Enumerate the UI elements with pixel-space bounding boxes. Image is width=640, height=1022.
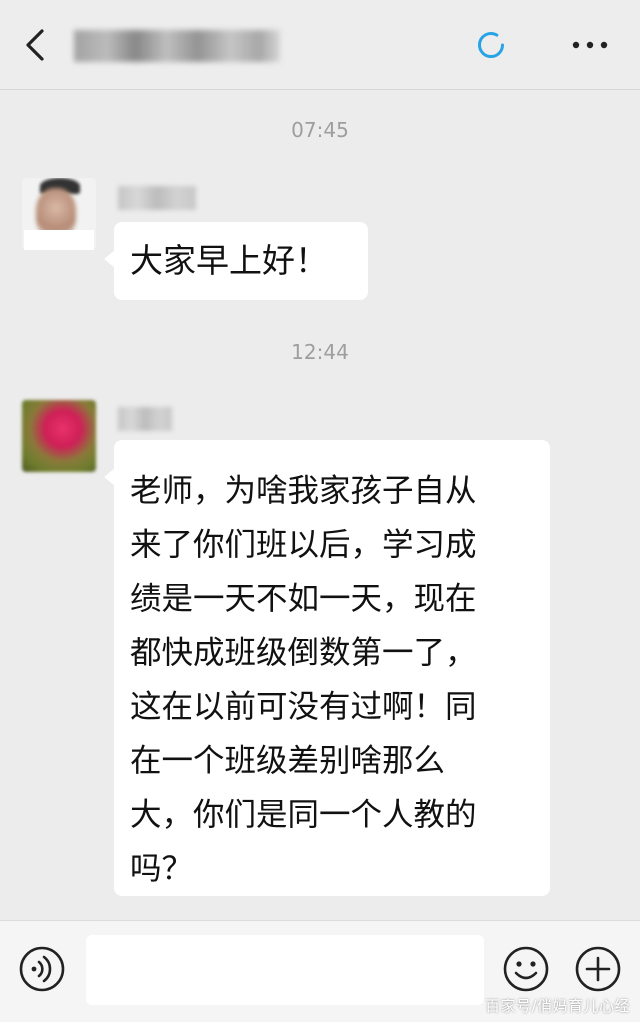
avatar[interactable] bbox=[22, 400, 96, 472]
sender-name-blurred bbox=[118, 407, 172, 431]
message-text-line: 大，你们是同一个人教的 bbox=[130, 797, 477, 833]
plus-button[interactable] bbox=[574, 945, 622, 993]
message-timestamp: 12:44 bbox=[291, 340, 349, 364]
voice-icon bbox=[19, 946, 65, 992]
back-button[interactable] bbox=[18, 26, 54, 64]
message-input[interactable] bbox=[86, 935, 484, 1005]
message-text-line: 绩是一天不如一天，现在 bbox=[130, 581, 477, 617]
chat-header bbox=[0, 0, 640, 90]
more-button[interactable] bbox=[568, 30, 612, 60]
chat-title-blurred bbox=[74, 30, 280, 62]
watermark: 百家号/俏妈育儿心经 bbox=[484, 997, 630, 1015]
message-bubble[interactable]: 老师，为啥我家孩子自从 来了你们班以后，学习成 绩是一天不如一天，现在 都快成班… bbox=[104, 440, 550, 896]
avatar[interactable] bbox=[22, 178, 96, 250]
sender-name-blurred bbox=[118, 186, 196, 210]
emoji-icon bbox=[503, 946, 549, 992]
message-text-line: 来了你们班以后，学习成 bbox=[130, 527, 477, 563]
message-text-line: 在一个班级差别啥那么 bbox=[130, 743, 446, 779]
message-bubble[interactable]: 大家早上好！ bbox=[104, 222, 368, 300]
message-text-line: 吗？ bbox=[130, 851, 194, 887]
sync-icon[interactable] bbox=[476, 30, 506, 60]
message-text: 大家早上好！ bbox=[130, 241, 328, 280]
plus-icon bbox=[575, 946, 621, 992]
back-chevron-icon bbox=[26, 29, 44, 61]
message-text-line: 都快成班级倒数第一了， bbox=[130, 635, 477, 671]
message-timestamp: 07:45 bbox=[291, 118, 349, 142]
input-bar: 百家号/俏妈育儿心经 bbox=[0, 920, 640, 1022]
voice-button[interactable] bbox=[18, 945, 66, 993]
message-text-line: 这在以前可没有过啊！同 bbox=[130, 689, 477, 725]
message-text-line: 老师，为啥我家孩子自从 bbox=[130, 473, 477, 509]
emoji-button[interactable] bbox=[502, 945, 550, 993]
more-dots-icon bbox=[572, 41, 608, 49]
